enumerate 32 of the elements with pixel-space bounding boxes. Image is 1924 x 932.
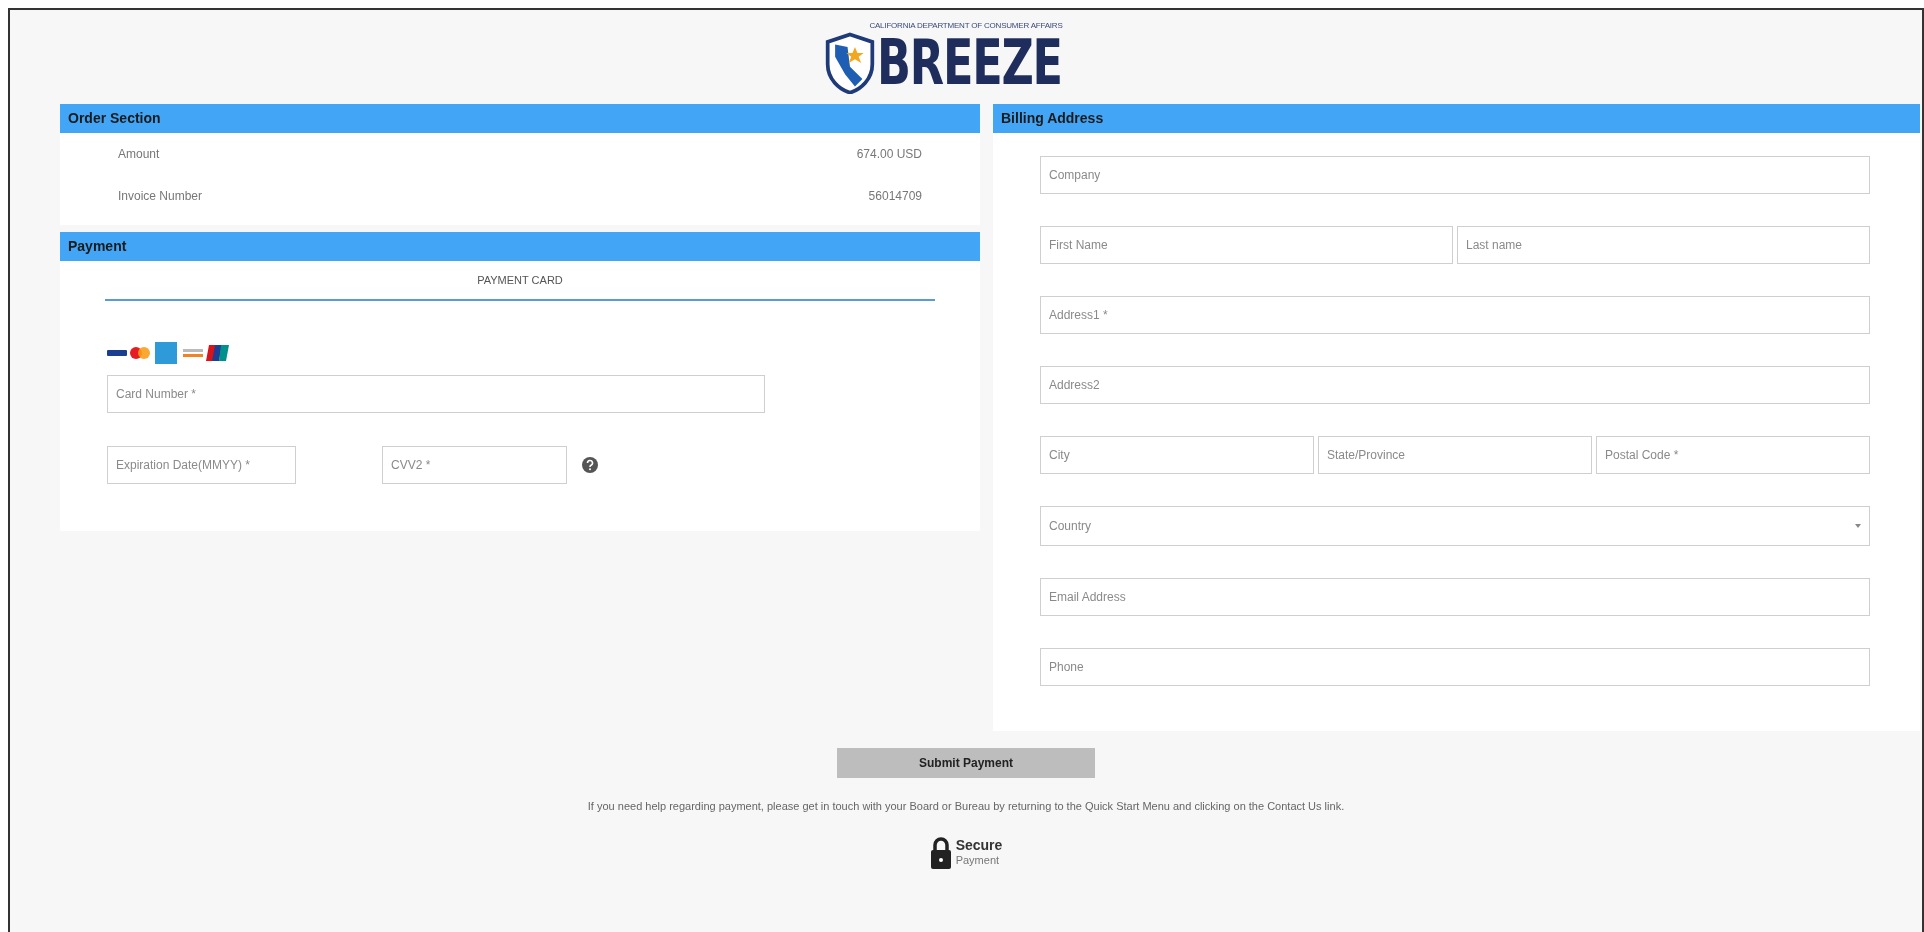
secure-subtitle: Payment bbox=[955, 854, 1001, 869]
input-field[interactable]: Card Number * bbox=[107, 375, 765, 413]
input-field[interactable]: Email Address bbox=[1040, 578, 1870, 616]
brand-name: BREEZE bbox=[876, 32, 1062, 94]
order-label: Amount bbox=[118, 146, 160, 163]
country-select[interactable]: Country bbox=[1040, 506, 1870, 546]
input-field[interactable]: State/Province bbox=[1318, 436, 1592, 474]
input-field[interactable]: Expiration Date(MMYY) * bbox=[107, 446, 296, 484]
input-field[interactable]: Company bbox=[1040, 156, 1870, 194]
input-field[interactable]: City bbox=[1040, 436, 1314, 474]
input-field[interactable]: Postal Code * bbox=[1596, 436, 1870, 474]
section-header: Order Section bbox=[60, 104, 980, 133]
help-text: If you need help regarding payment, please get in touch with your Board or Bureau by returning to the Quick Start Menu and clicking on the Contact Us link. bbox=[587, 799, 1345, 814]
order-label: Invoice Number bbox=[118, 188, 203, 205]
input-field[interactable]: First Name bbox=[1040, 226, 1453, 264]
order-value: 674.00 USD bbox=[856, 146, 922, 163]
input-field[interactable]: Address2 bbox=[1040, 366, 1870, 404]
input-field[interactable]: Address1 * bbox=[1040, 296, 1870, 334]
lock-icon bbox=[929, 836, 952, 869]
caret-icon bbox=[1855, 524, 1861, 528]
agency-name: CALIFORNIA DEPARTMENT OF CONSUMER AFFAIRS bbox=[869, 20, 1063, 32]
input-field[interactable]: CVV2 * bbox=[382, 446, 567, 484]
input-field[interactable]: Phone bbox=[1040, 648, 1870, 686]
help-icon[interactable] bbox=[582, 457, 598, 473]
submit-payment-button[interactable]: Submit Payment bbox=[837, 748, 1095, 778]
payment-tab[interactable]: PAYMENT CARD bbox=[105, 261, 935, 299]
section-header: Payment bbox=[60, 232, 980, 261]
shield-logo-icon bbox=[824, 32, 875, 94]
secure-title: Secure bbox=[955, 836, 1003, 855]
section-header: Billing Address bbox=[993, 104, 1920, 133]
input-field[interactable]: Last name bbox=[1457, 226, 1870, 264]
order-value: 56014709 bbox=[868, 188, 922, 205]
